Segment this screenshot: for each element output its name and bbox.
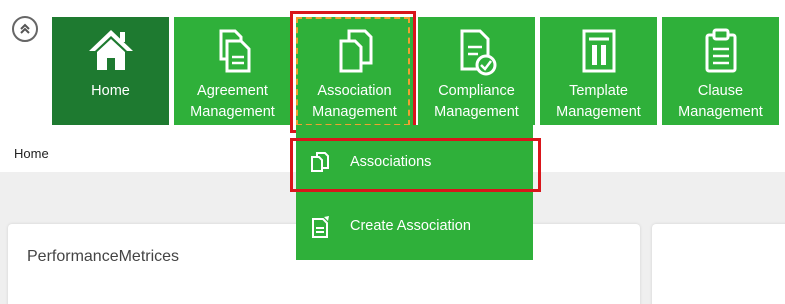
nav-tile-association-management[interactable]: Association Management [296,17,413,125]
copy-icon [311,152,329,172]
menu-item-label: Associations [350,154,432,170]
nav-tile-label: Compliance Management [434,83,519,120]
copy-icon [339,29,372,73]
edit-document-icon [312,216,329,238]
panel-title: PerformanceMetrices [27,248,180,265]
nav-tile-label: Home [91,83,130,99]
nav-tile-label: Template Management [556,83,641,120]
association-dropdown-menu: Associations Create Association [296,125,533,260]
nav-tile-home[interactable]: Home [52,17,169,125]
home-icon [88,30,133,70]
nav-tile-template-management[interactable]: Template Management [540,17,657,125]
breadcrumb[interactable]: Home [14,146,49,161]
right-panel [652,224,785,304]
compliance-icon [460,29,496,76]
nav-tile-label: Agreement Management [190,83,275,120]
menu-item-label: Create Association [350,218,471,234]
nav-tile-compliance-management[interactable]: Compliance Management [418,17,535,125]
clipboard-icon [705,28,736,73]
nav-tile-clause-management[interactable]: Clause Management [662,17,779,125]
template-icon [582,29,615,73]
documents-icon [219,29,250,73]
nav-tile-agreement-management[interactable]: Agreement Management [174,17,291,125]
chevron-double-up-icon [20,23,30,34]
nav-tile-label: Clause Management [678,83,763,120]
menu-item-associations[interactable]: Associations [296,138,533,188]
collapse-nav-button[interactable] [12,16,38,42]
nav-tile-label: Association Management [312,83,397,120]
menu-item-create-association[interactable]: Create Association [296,202,533,252]
